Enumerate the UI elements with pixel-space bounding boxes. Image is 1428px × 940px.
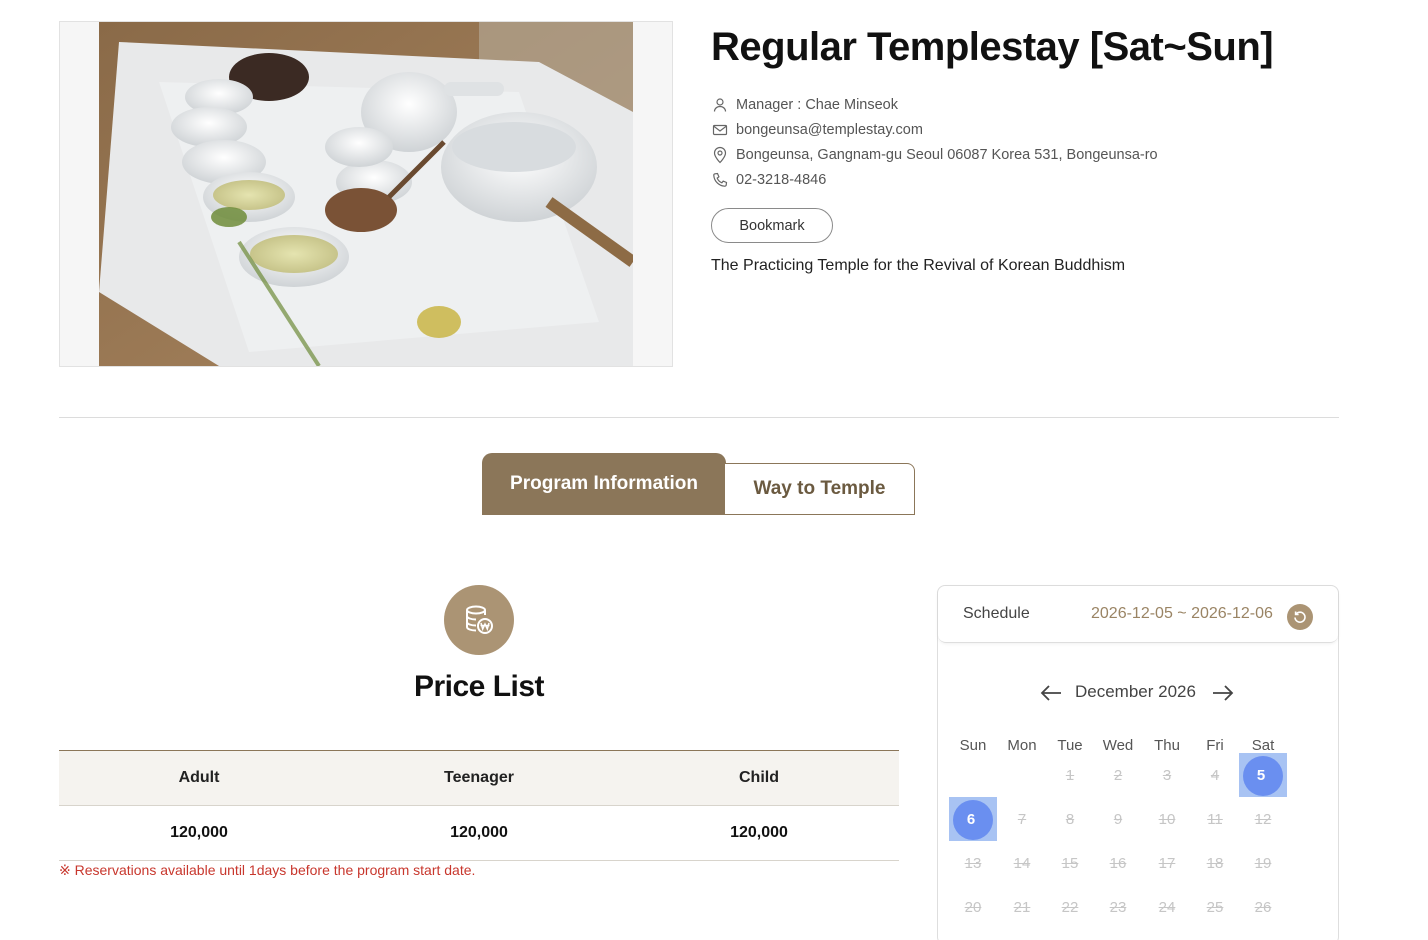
calendar-day: 14 xyxy=(1013,855,1031,872)
program-title: Regular Templestay [Sat~Sun] xyxy=(711,25,1274,69)
email-row: bongeunsa@templestay.com xyxy=(711,117,1371,142)
address-row: Bongeunsa, Gangnam-gu Seoul 06087 Korea … xyxy=(711,142,1371,167)
section-divider xyxy=(59,417,1339,418)
tab-way-to-temple[interactable]: Way to Temple xyxy=(724,463,915,515)
calendar-day: 16 xyxy=(1109,855,1127,872)
calendar-day: 22 xyxy=(1061,899,1079,916)
program-photo xyxy=(99,22,633,366)
calendar-day: 25 xyxy=(1206,899,1224,916)
calendar-day: 3 xyxy=(1162,767,1172,784)
price-header-row: Adult Teenager Child xyxy=(59,750,899,806)
calendar-day: 24 xyxy=(1158,899,1176,916)
schedule-label: Schedule xyxy=(963,605,1030,622)
calendar-day: 18 xyxy=(1206,855,1224,872)
program-photo-frame xyxy=(59,21,673,367)
weekday-fri: Fri xyxy=(1206,737,1224,754)
calendar-day: 10 xyxy=(1158,811,1176,828)
calendar-day: 2 xyxy=(1113,767,1123,784)
schedule-range: 2026-12-05 ~ 2026-12-06 xyxy=(1091,605,1273,622)
calendar-day: 1 xyxy=(1065,767,1075,784)
price-teenager: 120,000 xyxy=(339,805,619,861)
calendar-day-selected[interactable]: 5 xyxy=(1239,753,1287,797)
price-list-title: Price List xyxy=(413,670,545,703)
phone-text[interactable]: 02-3218-4846 xyxy=(736,172,826,188)
price-header-adult: Adult xyxy=(59,750,339,806)
mail-icon xyxy=(711,121,729,139)
phone-icon xyxy=(711,171,729,189)
weekday-wed: Wed xyxy=(1102,737,1134,754)
coins-won-icon xyxy=(444,585,514,655)
manager-row: Manager : Chae Minseok xyxy=(711,92,1371,117)
address-text: Bongeunsa, Gangnam-gu Seoul 06087 Korea … xyxy=(736,146,1158,163)
calendar-day: 23 xyxy=(1109,899,1127,916)
weekday-mon: Mon xyxy=(1007,737,1037,754)
manager-text: Manager : Chae Minseok xyxy=(736,96,898,113)
calendar-day: 19 xyxy=(1254,855,1272,872)
phone-row: 02-3218-4846 xyxy=(711,167,1371,192)
calendar-day: 8 xyxy=(1065,811,1075,828)
weekday-sat: Sat xyxy=(1251,737,1275,754)
calendar-day: 12 xyxy=(1254,811,1272,828)
tab-program-information[interactable]: Program Information xyxy=(482,453,726,515)
schedule-header: Schedule 2026-12-05 ~ 2026-12-06 xyxy=(938,586,1338,643)
arrow-right-icon[interactable] xyxy=(1211,682,1235,704)
calendar-month: December 2026 xyxy=(1075,682,1196,701)
calendar-day: 26 xyxy=(1254,899,1272,916)
calendar-day-selected[interactable]: 6 xyxy=(949,797,997,841)
calendar-day: 11 xyxy=(1207,811,1223,828)
bookmark-button[interactable]: Bookmark xyxy=(711,208,833,243)
refresh-icon[interactable] xyxy=(1287,604,1313,630)
price-value-row: 120,000 120,000 120,000 xyxy=(59,805,899,861)
program-slogan: The Practicing Temple for the Revival of… xyxy=(711,257,1126,274)
price-header-child: Child xyxy=(619,750,899,806)
calendar-day: 13 xyxy=(964,855,982,872)
calendar-day: 7 xyxy=(1017,811,1027,828)
program-info: Regular Templestay [Sat~Sun] Manager : C… xyxy=(711,24,1371,275)
calendar-day: 4 xyxy=(1210,767,1220,784)
location-pin-icon xyxy=(711,146,729,164)
calendar-day: 17 xyxy=(1158,855,1176,872)
person-icon xyxy=(711,96,729,114)
weekday-thu: Thu xyxy=(1154,737,1180,754)
weekday-tue: Tue xyxy=(1057,737,1083,754)
reservation-notice: ※ Reservations available until 1days bef… xyxy=(59,862,476,878)
calendar-day: 20 xyxy=(964,899,982,916)
calendar-day: 15 xyxy=(1061,855,1079,872)
price-header-teenager: Teenager xyxy=(339,750,619,806)
calendar-day: 21 xyxy=(1013,899,1031,916)
price-table: Adult Teenager Child 120,000 120,000 120… xyxy=(59,750,899,861)
calendar-day: 9 xyxy=(1113,811,1123,828)
arrow-left-icon[interactable] xyxy=(1039,682,1063,704)
email-text[interactable]: bongeunsa@templestay.com xyxy=(736,122,923,138)
weekday-sun: Sun xyxy=(959,737,987,754)
program-meta: Manager : Chae Minseok bongeunsa@temples… xyxy=(711,92,1371,192)
schedule-calendar: Schedule 2026-12-05 ~ 2026-12-06 Decembe… xyxy=(937,585,1339,940)
price-child: 120,000 xyxy=(619,805,899,861)
price-adult: 120,000 xyxy=(59,805,339,861)
